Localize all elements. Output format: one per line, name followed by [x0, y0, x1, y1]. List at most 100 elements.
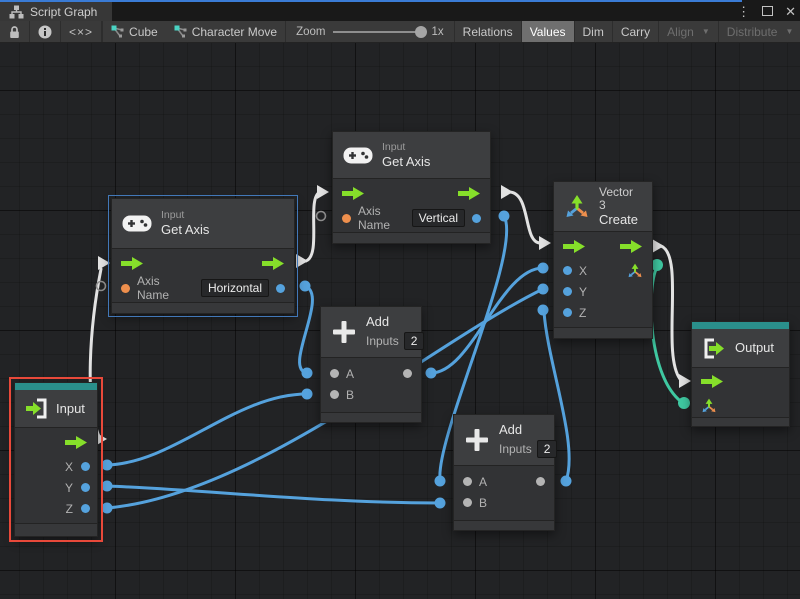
node-add-1[interactable]: Add Inputs 2 A B [320, 306, 422, 423]
x-out-port[interactable] [81, 462, 90, 471]
value-wire-cap [300, 281, 311, 292]
port-label: A [346, 367, 354, 381]
wire-getaxis-horizontal-to-add1-a[interactable] [300, 286, 313, 373]
flow-out-port[interactable] [620, 240, 643, 253]
zoom-value: 1x [432, 26, 444, 38]
flow-out-port[interactable] [65, 436, 88, 449]
node-title: Create [599, 212, 642, 228]
relations-toggle[interactable]: Relations [455, 21, 522, 42]
input-a-port[interactable] [463, 477, 472, 486]
inputs-label: Inputs [499, 442, 532, 456]
plus-icon [331, 319, 357, 345]
node-header[interactable]: Input [15, 390, 97, 427]
inputs-count-field[interactable]: 2 [537, 440, 558, 458]
maximize-button[interactable] [762, 2, 773, 21]
node-add-2[interactable]: Add Inputs 2 A B [453, 414, 555, 531]
node-header[interactable]: Vector 3 Create [554, 182, 652, 231]
flow-in-port[interactable] [121, 257, 144, 270]
flow-wire-arrow [98, 256, 110, 270]
flow-in-port[interactable] [563, 240, 586, 253]
wire-vector3-value-to-output[interactable] [651, 267, 683, 403]
wire-input-y-to-add2-b[interactable] [107, 486, 440, 503]
wire-input-x-to-add1-b[interactable] [107, 394, 307, 465]
value-wire-cap [435, 498, 446, 509]
input-b-port[interactable] [330, 390, 339, 399]
gamepad-icon [343, 147, 373, 164]
y-in-port[interactable] [563, 287, 572, 296]
breadcrumb-graph-cube[interactable]: Cube [103, 21, 166, 42]
graph-canvas[interactable]: Input Get Axis Axis Name Vertical [0, 43, 800, 599]
lock-button[interactable] [0, 21, 30, 42]
sum-out-port[interactable] [536, 477, 545, 486]
port-label: Z [579, 306, 586, 320]
zoom-label: Zoom [296, 26, 325, 38]
panel-menu-button[interactable]: ⋮ [737, 2, 750, 21]
distribute-dropdown[interactable]: Distribute ▼ [719, 21, 800, 42]
value-wire-cap [102, 481, 113, 492]
node-get-axis-horizontal[interactable]: Input Get Axis Axis Name Horizontal [111, 198, 295, 314]
y-out-port[interactable] [81, 483, 90, 492]
info-button[interactable] [30, 21, 61, 42]
node-category: Input [382, 141, 430, 154]
z-in-port[interactable] [563, 308, 572, 317]
axis-name-port[interactable] [121, 284, 130, 293]
vector3-in-port[interactable] [701, 398, 717, 414]
flow-out-port[interactable] [262, 257, 285, 270]
carry-toggle[interactable]: Carry [613, 21, 659, 42]
inputs-count-field[interactable]: 2 [404, 332, 425, 350]
node-get-axis-vertical[interactable]: Input Get Axis Axis Name Vertical [332, 131, 491, 244]
node-header[interactable]: Input Get Axis [112, 199, 294, 248]
tab-script-graph[interactable]: Script Graph [0, 2, 112, 21]
node-output[interactable]: Output [691, 321, 790, 427]
input-b-port[interactable] [463, 498, 472, 507]
lock-icon [8, 25, 21, 39]
maximize-icon [762, 6, 773, 16]
breadcrumb-graph-character-move[interactable]: Character Move [166, 21, 286, 42]
node-title: Add [366, 314, 424, 330]
inputs-label: Inputs [366, 334, 399, 348]
z-out-port[interactable] [81, 504, 90, 513]
node-input[interactable]: Input X Y Z [14, 382, 98, 537]
x-in-port[interactable] [563, 266, 572, 275]
node-footer [554, 327, 652, 338]
node-header[interactable]: Input Get Axis [333, 132, 490, 178]
flow-wire-arrow [652, 239, 664, 253]
flow-in-port[interactable] [701, 375, 724, 388]
plus-icon [464, 427, 490, 453]
value-wire-cap [302, 368, 313, 379]
vector3-icon [564, 194, 590, 220]
axis-name-value-field[interactable]: Horizontal [201, 279, 269, 297]
port-label: Z [66, 502, 73, 516]
close-button[interactable]: ✕ [785, 2, 796, 21]
zoom-slider[interactable] [333, 31, 425, 33]
values-toggle[interactable]: Values [522, 21, 575, 42]
breadcrumb-label: Character Move [192, 25, 277, 39]
dim-toggle[interactable]: Dim [575, 21, 613, 42]
edit-source-button[interactable]: <×> [61, 21, 102, 42]
node-header[interactable]: Add Inputs 2 [454, 415, 554, 465]
input-a-port[interactable] [330, 369, 339, 378]
flow-out-port[interactable] [458, 187, 481, 200]
node-footer [112, 302, 294, 313]
align-dropdown[interactable]: Align ▼ [659, 21, 719, 42]
node-header[interactable]: Add Inputs 2 [321, 307, 421, 357]
wire-flow-getaxis-horizontal-to-vertical[interactable] [306, 192, 320, 261]
value-out-port[interactable] [472, 214, 481, 223]
vector3-out-port[interactable] [627, 263, 643, 279]
wire-flow-vector3-to-output[interactable] [661, 246, 680, 379]
value-out-port[interactable] [276, 284, 285, 293]
wire-add1-to-vector3-x[interactable] [431, 268, 543, 373]
axis-name-value-field[interactable]: Vertical [412, 209, 465, 227]
port-label: Y [65, 481, 73, 495]
sum-out-port[interactable] [403, 369, 412, 378]
axis-name-port[interactable] [342, 214, 351, 223]
zoom-slider-handle[interactable] [415, 26, 427, 38]
wire-flow-getaxis-vertical-to-vector3[interactable] [510, 192, 540, 243]
node-footer [15, 523, 97, 536]
flow-wire-arrow [539, 236, 551, 250]
node-header[interactable]: Output [692, 329, 789, 367]
node-vector3-create[interactable]: Vector 3 Create X [553, 181, 653, 339]
node-category: Input [161, 209, 209, 222]
flow-in-port[interactable] [342, 187, 365, 200]
node-title: Get Axis [161, 222, 209, 238]
